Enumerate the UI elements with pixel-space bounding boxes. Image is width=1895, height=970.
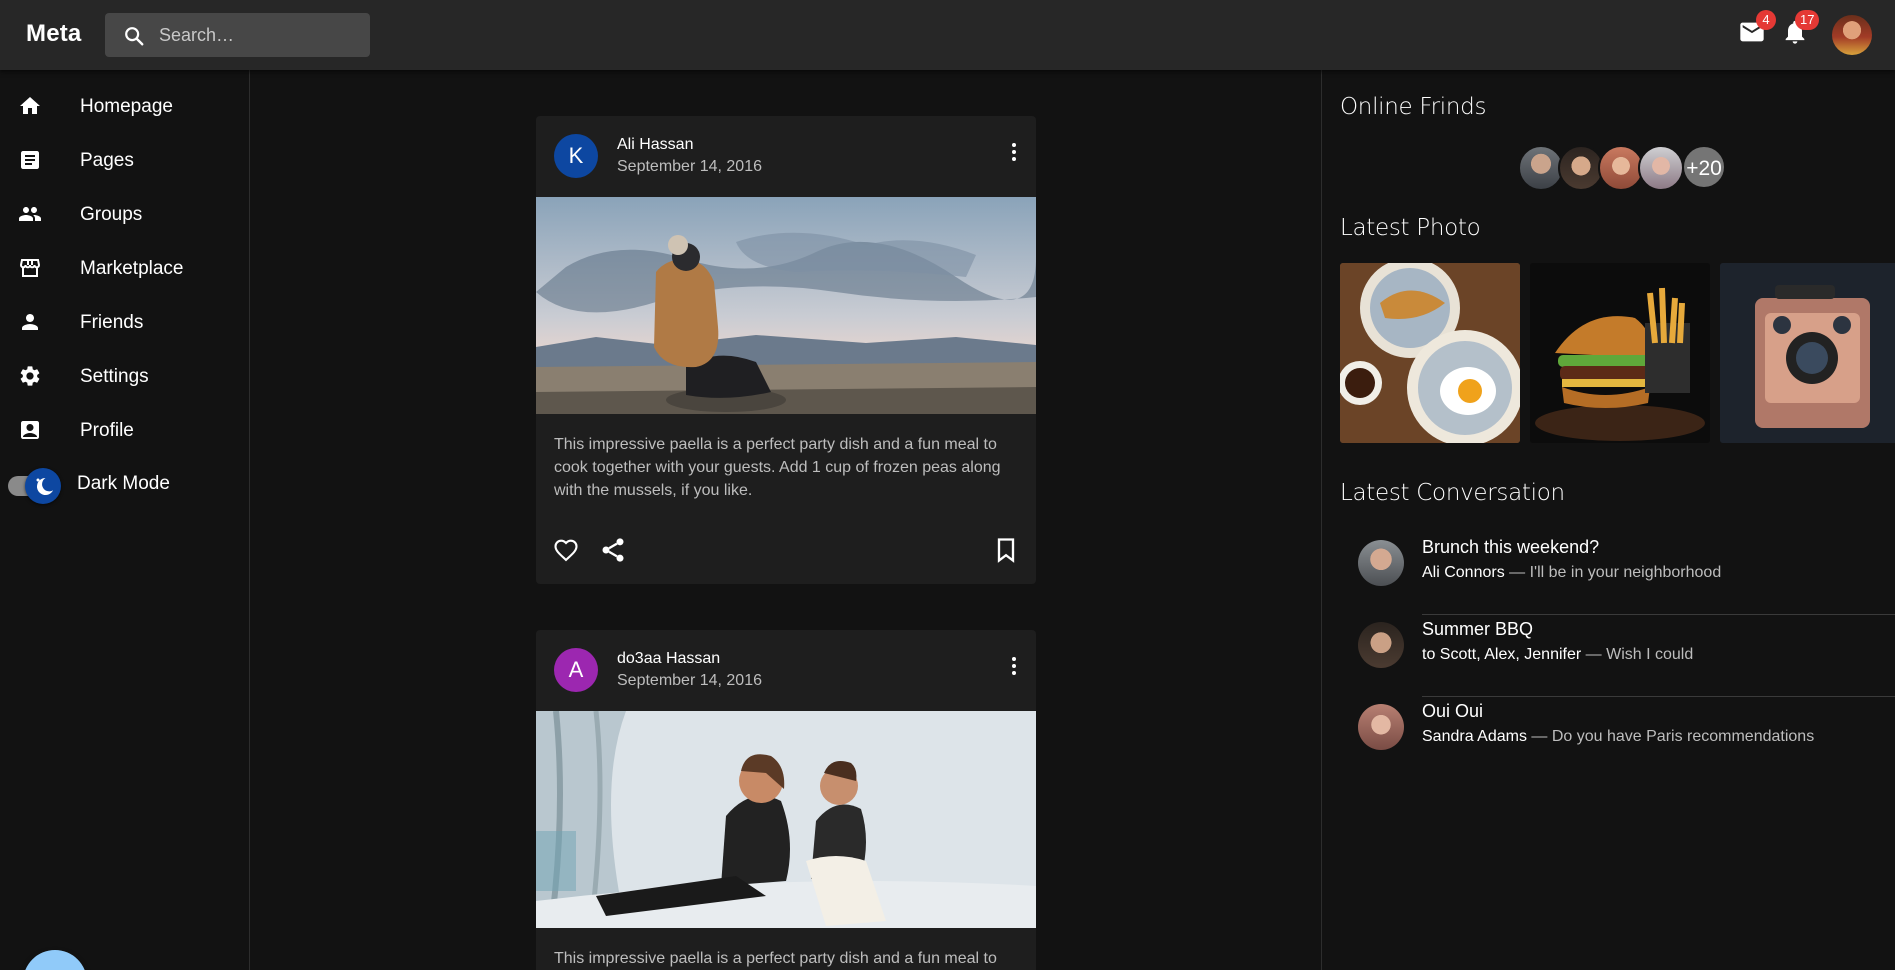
dark-mode-row: Dark Mode [0, 460, 249, 508]
article-icon [21, 151, 39, 169]
sidebar-item-settings[interactable]: Settings [0, 352, 249, 400]
account-avatar[interactable] [1832, 15, 1872, 55]
sidebar-item-label: Profile [80, 420, 134, 441]
conversation-item[interactable]: Brunch this weekend? Ali Connors — I'll … [1340, 524, 1895, 606]
sidebar-item-friends[interactable]: Friends [0, 298, 249, 346]
bookmark-icon[interactable] [992, 536, 1020, 564]
post-text: This impressive paella is a perfect part… [554, 950, 997, 967]
latest-photo-thumbnail[interactable] [1720, 263, 1895, 443]
post-date: September 14, 2016 [617, 158, 762, 175]
notifications-button[interactable]: 17 [1781, 10, 1820, 48]
conversation-sender: to Scott, Alex, Jennifer [1422, 646, 1582, 663]
latest-photo-thumbnail[interactable] [1340, 263, 1520, 443]
conversation-preview: — Do you have Paris recommendations [1526, 728, 1815, 745]
sidebar-item-label: Settings [80, 366, 149, 387]
dark-mode-toggle-thumb[interactable] [25, 468, 61, 504]
storefront-icon [19, 259, 41, 277]
sidebar-item-label: Marketplace [80, 258, 184, 279]
more-vert-icon[interactable] [1002, 654, 1026, 678]
sidebar-item-pages[interactable]: Pages [0, 136, 249, 184]
post-author-avatar[interactable]: K [554, 134, 598, 178]
conversation-title: Oui Oui [1422, 701, 1484, 721]
conversation-preview: — I'll be in your neighborhood [1504, 564, 1722, 581]
post-image-graphic [536, 197, 1036, 414]
post-author-avatar[interactable]: A [554, 648, 598, 692]
conversation-item[interactable]: Oui Oui Sandra Adams — Do you have Paris… [1340, 688, 1895, 770]
right-panel: Online Frinds +20 Latest Photo Latest Co… [1321, 70, 1895, 970]
conversation-avatar [1358, 540, 1404, 586]
conversation-snippet: Sandra Adams — Do you have Paris recomme… [1422, 728, 1814, 746]
conversation-item[interactable]: Summer BBQ to Scott, Alex, Jennifer — Wi… [1340, 606, 1895, 688]
sidebar-item-label: Friends [80, 312, 144, 333]
moon-icon [36, 478, 54, 495]
sidebar-item-label: Groups [80, 204, 143, 225]
post-image[interactable] [536, 711, 1036, 928]
conversation-avatar [1358, 704, 1404, 750]
app-logo[interactable]: Meta [26, 20, 81, 48]
group-icon [19, 207, 41, 221]
notifications-badge: 17 [1795, 10, 1820, 30]
conversation-snippet: to Scott, Alex, Jennifer — Wish I could [1422, 646, 1693, 664]
post-image-graphic [536, 711, 1036, 928]
post-card: K Ali Hassan September 14, 2016 This imp… [536, 116, 1036, 584]
search-box[interactable] [105, 13, 370, 57]
mail-button[interactable]: 4 [1738, 10, 1776, 48]
sidebar-item-profile[interactable]: Profile [0, 406, 249, 454]
conversation-avatar [1358, 622, 1404, 668]
sidebar-item-marketplace[interactable]: Marketplace [0, 244, 249, 292]
latest-conversation-title: Latest Conversation [1340, 480, 1565, 506]
gear-icon [20, 366, 40, 386]
contact-card-icon [21, 421, 39, 439]
conversation-sender: Sandra Adams [1422, 728, 1527, 745]
sidebar-item-label: Pages [80, 150, 134, 171]
latest-photo-thumbnail[interactable] [1530, 263, 1710, 443]
home-icon [20, 97, 40, 114]
mail-badge: 4 [1756, 10, 1776, 30]
photo-camera-graphic [1720, 263, 1895, 443]
search-input[interactable] [159, 13, 359, 57]
latest-photo-title: Latest Photo [1340, 215, 1481, 241]
more-vert-icon[interactable] [1002, 140, 1026, 164]
person-icon [22, 314, 38, 330]
conversation-title: Brunch this weekend? [1422, 537, 1600, 557]
online-friends-title: Online Frinds [1340, 94, 1487, 120]
conversation-snippet: Ali Connors — I'll be in your neighborho… [1422, 564, 1721, 582]
post-text: This impressive paella is a perfect part… [554, 436, 1001, 499]
heart-icon[interactable] [552, 536, 580, 564]
sidebar-item-label: Homepage [80, 96, 173, 117]
photo-food-graphic [1340, 263, 1520, 443]
search-icon [125, 27, 144, 46]
create-post-fab[interactable] [23, 950, 87, 970]
app-bar: Meta 4 17 [0, 0, 1895, 70]
sidebar-item-homepage[interactable]: Homepage [0, 82, 249, 130]
online-friends-more[interactable]: +20 [1682, 145, 1726, 189]
online-friend-avatar[interactable] [1638, 145, 1684, 191]
sidebar: Homepage Pages Groups Marketplace Friend… [0, 70, 250, 970]
post-date: September 14, 2016 [617, 672, 762, 689]
post-author-name[interactable]: do3aa Hassan [617, 650, 720, 668]
post-author-name[interactable]: Ali Hassan [617, 136, 693, 154]
sidebar-item-groups[interactable]: Groups [0, 190, 249, 238]
post-card: A do3aa Hassan September 14, 2016 This i… [536, 630, 1036, 970]
conversation-title: Summer BBQ [1422, 619, 1534, 639]
conversation-preview: — Wish I could [1581, 646, 1694, 663]
dark-mode-label: Dark Mode [77, 473, 170, 494]
share-icon[interactable] [599, 536, 627, 564]
photo-burger-graphic [1530, 263, 1710, 443]
conversation-sender: Ali Connors [1422, 564, 1505, 581]
post-image[interactable] [536, 197, 1036, 414]
